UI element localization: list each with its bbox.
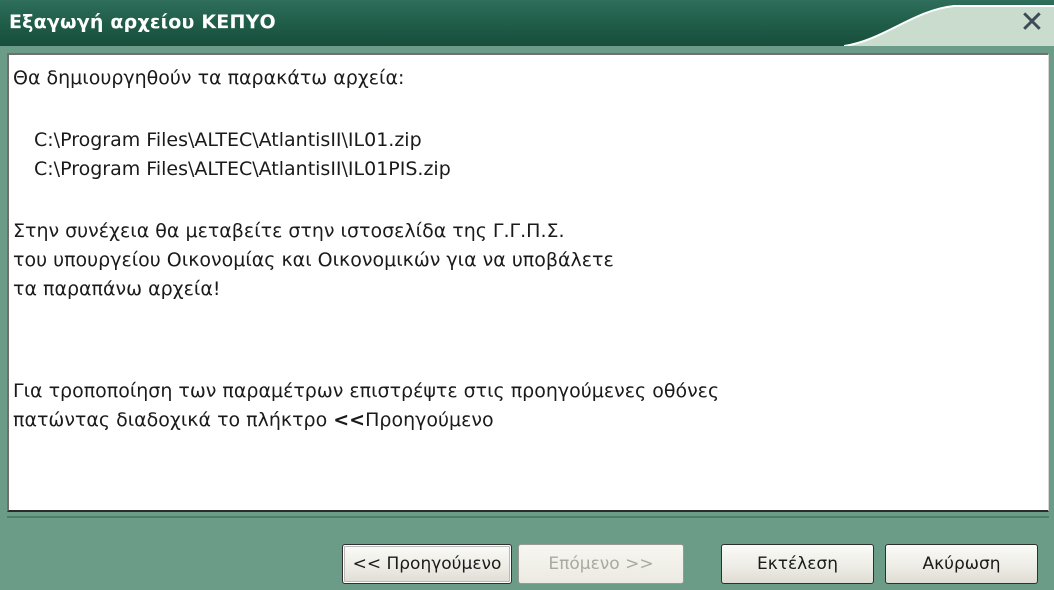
file-path-2: C:\Program Files\ALTEC\AtlantisII\IL01PI… [34,158,451,180]
instruction-bold-arrows: << [333,409,366,431]
previous-button[interactable]: << Προηγούμενο [342,544,512,584]
instruction-prefix: πατώντας διαδοχικά το πλήκτρο [13,409,334,431]
title-bar[interactable]: Εξαγωγή αρχείου ΚΕΠΥΟ ✕ [0,0,1054,46]
file-path-1: C:\Program Files\ALTEC\AtlantisII\IL01.z… [34,129,422,151]
info-line-3: τα παραπάνω αρχεία! [13,278,221,300]
instruction-suffix: Προηγούμενο [365,409,494,431]
dialog-title: Εξαγωγή αρχείου ΚΕΠΥΟ [9,11,276,33]
next-button[interactable]: Επόμενο >> [518,544,684,584]
execute-button[interactable]: Εκτέλεση [721,544,874,584]
instruction-line-1: Για τροποποίηση των παραμέτρων επιστρέψτ… [13,380,720,402]
message-area: Θα δημιουργηθούν τα παρακάτω αρχεία: C:\… [7,53,1049,512]
export-dialog: Εξαγωγή αρχείου ΚΕΠΥΟ ✕ Θα δημιουργηθούν… [0,0,1054,590]
info-line-2: του υπουργείου Οικονομίας και Οικονομικώ… [13,249,614,271]
close-icon[interactable]: ✕ [1016,8,1048,40]
instruction-line-2: πατώντας διαδοχικά το πλήκτρο <<Προηγούμ… [13,409,494,431]
cancel-button[interactable]: Ακύρωση [885,544,1038,584]
intro-text: Θα δημιουργηθούν τα παρακάτω αρχεία: [13,67,405,89]
info-line-1: Στην συνέχεια θα μεταβείτε στην ιστοσελί… [13,220,565,242]
